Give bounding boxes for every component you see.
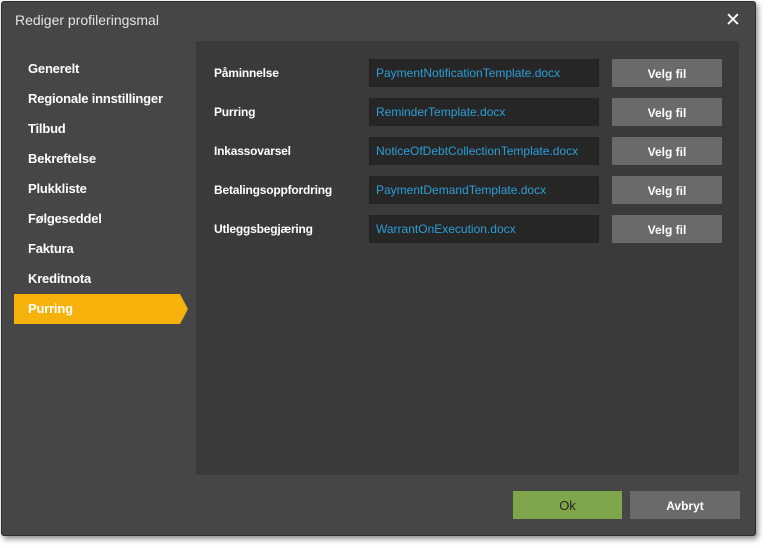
sidebar-item-plukkliste[interactable]: Plukkliste — [14, 174, 192, 204]
sidebar-item-folgeseddel[interactable]: Følgeseddel — [14, 204, 192, 234]
close-icon[interactable]: ✕ — [720, 8, 746, 34]
template-row-purring: Purring ReminderTemplate.docx Velg fil — [196, 98, 739, 126]
sidebar-item-tilbud[interactable]: Tilbud — [14, 114, 192, 144]
choose-file-button[interactable]: Velg fil — [612, 176, 722, 204]
file-name-field[interactable]: NoticeOfDebtCollectionTemplate.docx — [369, 137, 599, 165]
sidebar-item-purring[interactable]: Purring — [14, 294, 188, 324]
template-panel: Påminnelse PaymentNotificationTemplate.d… — [196, 41, 739, 475]
sidebar-item-faktura[interactable]: Faktura — [14, 234, 192, 264]
template-row-inkassovarsel: Inkassovarsel NoticeOfDebtCollectionTemp… — [196, 137, 739, 165]
sidebar-item-bekreftelse[interactable]: Bekreftelse — [14, 144, 192, 174]
row-label: Utleggsbegjæring — [214, 222, 313, 236]
file-name-field[interactable]: PaymentDemandTemplate.docx — [369, 176, 599, 204]
template-row-betalingsoppfordring: Betalingsoppfordring PaymentDemandTempla… — [196, 176, 739, 204]
row-label: Betalingsoppfordring — [214, 183, 332, 197]
sidebar-item-generelt[interactable]: Generelt — [14, 54, 192, 84]
ok-button[interactable]: Ok — [513, 491, 622, 519]
choose-file-button[interactable]: Velg fil — [612, 98, 722, 126]
edit-template-dialog: Rediger profileringsmal ✕ Generelt Regio… — [1, 1, 756, 536]
choose-file-button[interactable]: Velg fil — [612, 59, 722, 87]
template-row-utleggsbegjaering: Utleggsbegjæring WarrantOnExecution.docx… — [196, 215, 739, 243]
row-label: Inkassovarsel — [214, 144, 291, 158]
sidebar-item-kreditnota[interactable]: Kreditnota — [14, 264, 192, 294]
choose-file-button[interactable]: Velg fil — [612, 215, 722, 243]
row-label: Purring — [214, 105, 256, 119]
file-name-field[interactable]: ReminderTemplate.docx — [369, 98, 599, 126]
sidebar-nav: Generelt Regionale innstillinger Tilbud … — [14, 54, 192, 324]
choose-file-button[interactable]: Velg fil — [612, 137, 722, 165]
row-label: Påminnelse — [214, 66, 279, 80]
sidebar-item-regionale-innstillinger[interactable]: Regionale innstillinger — [14, 84, 192, 114]
file-name-field[interactable]: PaymentNotificationTemplate.docx — [369, 59, 599, 87]
cancel-button[interactable]: Avbryt — [630, 491, 740, 519]
file-name-field[interactable]: WarrantOnExecution.docx — [369, 215, 599, 243]
template-row-paminnelse: Påminnelse PaymentNotificationTemplate.d… — [196, 59, 739, 87]
dialog-title: Rediger profileringsmal — [15, 12, 159, 28]
